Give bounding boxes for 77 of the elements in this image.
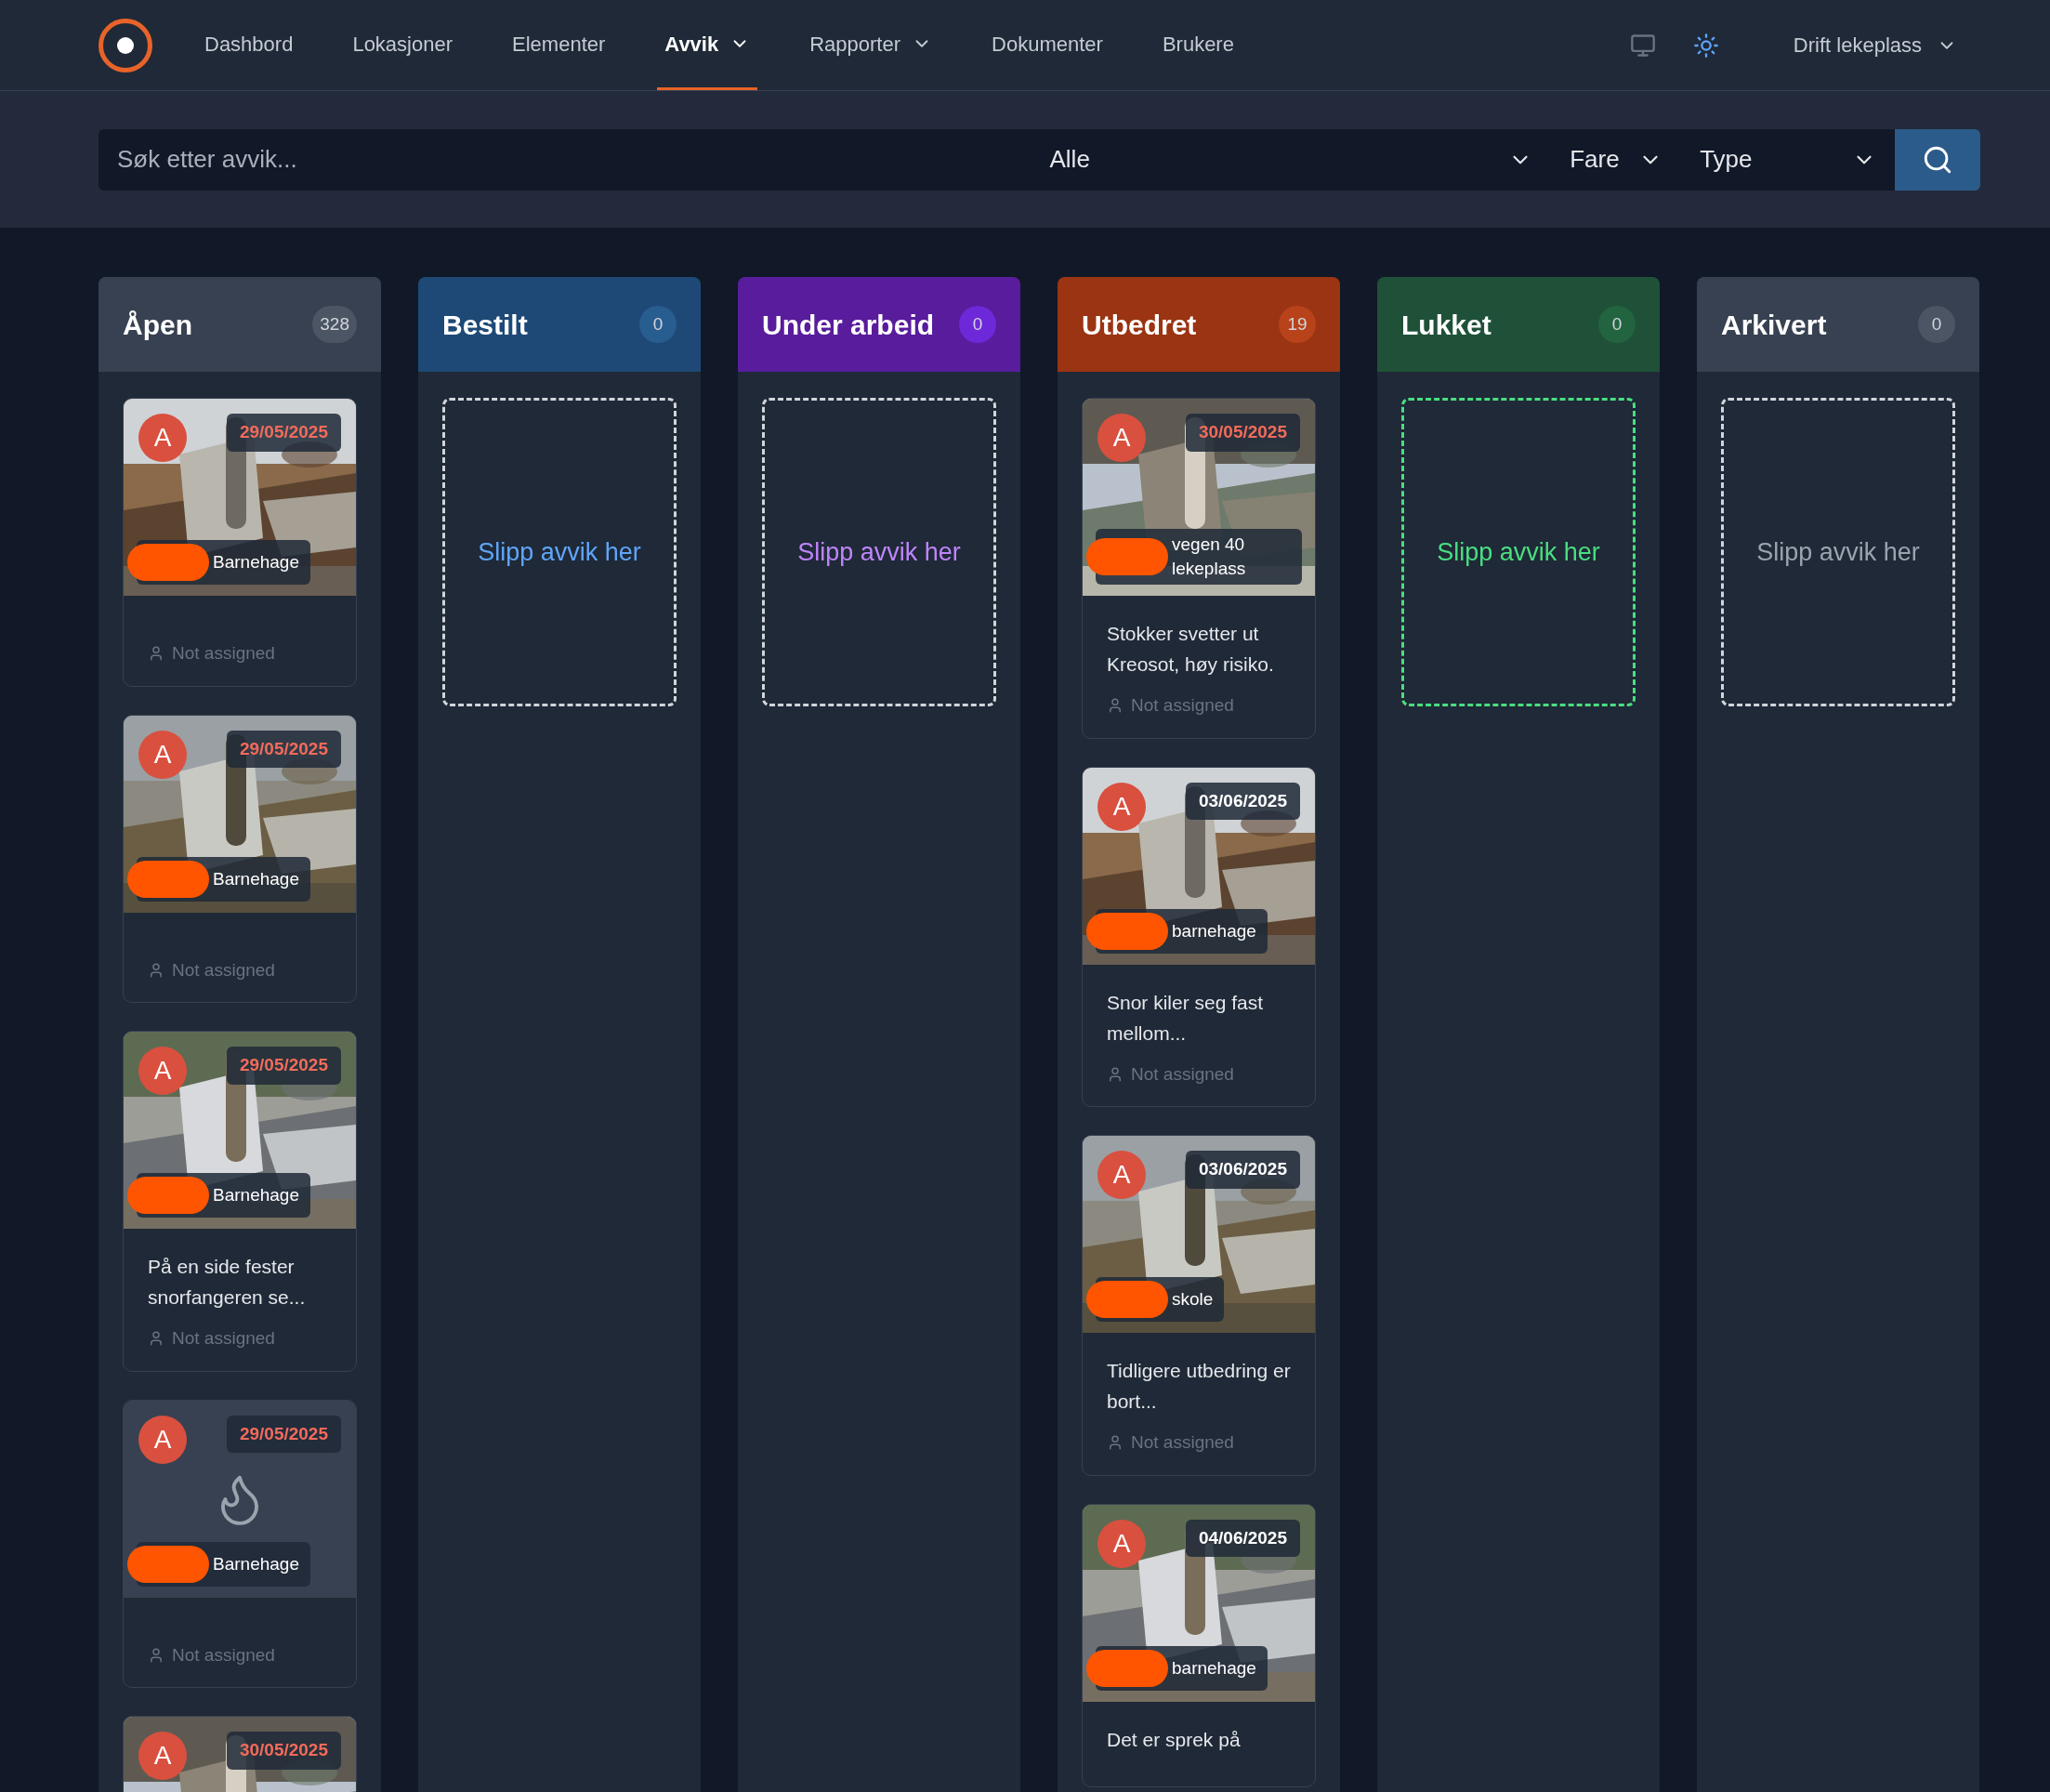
count-badge: 0 — [959, 306, 996, 343]
issue-description: Stokker svetter ut Kreosot, høy risiko. — [1107, 622, 1275, 677]
assignee-label: Not assigned — [1131, 1062, 1234, 1086]
column-title: Bestilt — [442, 308, 528, 342]
location-label: vegen 40 lekeplass — [1171, 534, 1247, 580]
issue-description: Tidligere utbedring er bort... — [1107, 1359, 1291, 1414]
user-menu[interactable]: Drift lekeplass — [1793, 30, 1957, 60]
date-label: 29/05/2025 — [226, 1047, 341, 1085]
column-title: Åpen — [123, 308, 192, 342]
date-label: 29/05/2025 — [226, 730, 341, 768]
logo-icon[interactable] — [99, 18, 152, 72]
drop-zone[interactable]: Slipp avvik her — [1401, 398, 1636, 706]
issue-description: Det er sprek på — [1107, 1727, 1242, 1752]
person-icon — [148, 1646, 164, 1664]
issue-card[interactable]: A 03/06/2025 barnehage Snor kiler seg fast mellom... Not assigned — [1082, 766, 1316, 1107]
filter-dropdown[interactable]: Fare — [1551, 128, 1682, 191]
filter-dropdown[interactable]: Type — [1681, 128, 1896, 191]
monitor-icon[interactable] — [1629, 32, 1656, 59]
assignee-label: Not assigned — [172, 1643, 275, 1667]
date-label: 03/06/2025 — [1185, 1151, 1300, 1189]
drop-zone[interactable]: Slipp avvik her — [442, 398, 677, 706]
person-icon — [148, 1330, 164, 1348]
location-label: Barnehage — [212, 551, 299, 573]
date-label: 30/05/2025 — [226, 1732, 341, 1770]
person-icon — [148, 961, 164, 979]
person-icon — [1107, 697, 1124, 715]
nav-tab[interactable]: Rapporter — [802, 0, 940, 90]
count-badge: 328 — [312, 306, 357, 343]
date-label: 29/05/2025 — [226, 414, 341, 452]
issue-card[interactable]: A 29/05/2025 Barnehage På en side fester snorfangeren se... Not assigned — [123, 1031, 357, 1372]
issue-card[interactable]: A 29/05/2025 Barnehage Not assigned — [123, 714, 357, 1003]
assignee-label: Not assigned — [172, 958, 275, 982]
location-label: Barnehage — [212, 1552, 299, 1575]
issue-card[interactable]: A 29/05/2025 Barnehage Not assigned — [123, 398, 357, 687]
location-label: barnehage — [1171, 1656, 1256, 1680]
assignee-label: Not assigned — [1131, 1431, 1234, 1454]
search-button[interactable] — [1895, 128, 1980, 191]
assignee-label: Not assigned — [172, 642, 275, 665]
date-label: 04/06/2025 — [1185, 1519, 1300, 1557]
column-title: Arkivert — [1721, 308, 1827, 342]
issue-card[interactable]: A 30/05/2025 vegen 40 lekeplass Stokker svetter ut Kreosot, høy risiko. Not assigned — [1082, 398, 1316, 739]
location-label: skole — [1171, 1288, 1214, 1311]
avatar: A — [138, 1415, 187, 1464]
nav-tab[interactable]: Lokasjoner — [345, 0, 461, 90]
column-title: Under arbeid — [762, 308, 935, 342]
location-label: Barnehage — [212, 1184, 299, 1206]
column-title: Utbedret — [1082, 308, 1197, 342]
issue-card[interactable]: A 03/06/2025 skole Tidligere utbedring er bort... Not assigned — [1082, 1135, 1316, 1476]
location-label: Barnehage — [212, 867, 299, 890]
nav-tab[interactable]: Brukere — [1154, 0, 1242, 90]
person-icon — [148, 645, 164, 663]
person-icon — [1107, 1434, 1124, 1452]
person-icon — [1107, 1065, 1124, 1083]
count-badge: 0 — [1598, 306, 1636, 343]
issue-card[interactable]: A 29/05/2025 Barnehage Not assigned — [123, 1399, 357, 1688]
count-badge: 0 — [639, 306, 677, 343]
date-label: 29/05/2025 — [226, 1415, 341, 1453]
filter-dropdown[interactable]: Alle — [1031, 128, 1552, 191]
assignee-label: Not assigned — [1131, 694, 1234, 717]
issue-description: På en side fester snorfangeren se... — [148, 1255, 307, 1310]
date-label: 30/05/2025 — [1185, 414, 1300, 452]
nav-tab[interactable]: Dashbord — [197, 0, 301, 90]
count-badge: 0 — [1918, 306, 1955, 343]
nav-tab[interactable]: Elementer — [505, 0, 613, 90]
search-field[interactable]: Søk etter avvik... — [99, 128, 1032, 191]
column-title: Lukket — [1401, 308, 1492, 342]
date-label: 03/06/2025 — [1185, 782, 1300, 820]
drop-zone[interactable]: Slipp avvik her — [762, 398, 996, 706]
count-badge: 19 — [1279, 306, 1316, 343]
assignee-label: Not assigned — [172, 1327, 275, 1350]
drop-zone[interactable]: Slipp avvik her — [1721, 398, 1955, 706]
issue-card[interactable]: A 04/06/2025 barnehage Det er sprek på — [1082, 1503, 1316, 1787]
sun-icon[interactable] — [1692, 32, 1719, 59]
nav-tab[interactable]: Dokumenter — [984, 0, 1110, 90]
location-label: barnehage — [1171, 919, 1256, 942]
issue-card[interactable]: A 30/05/2025 — [123, 1716, 357, 1792]
issue-description: Snor kiler seg fast mellom... — [1107, 990, 1265, 1046]
